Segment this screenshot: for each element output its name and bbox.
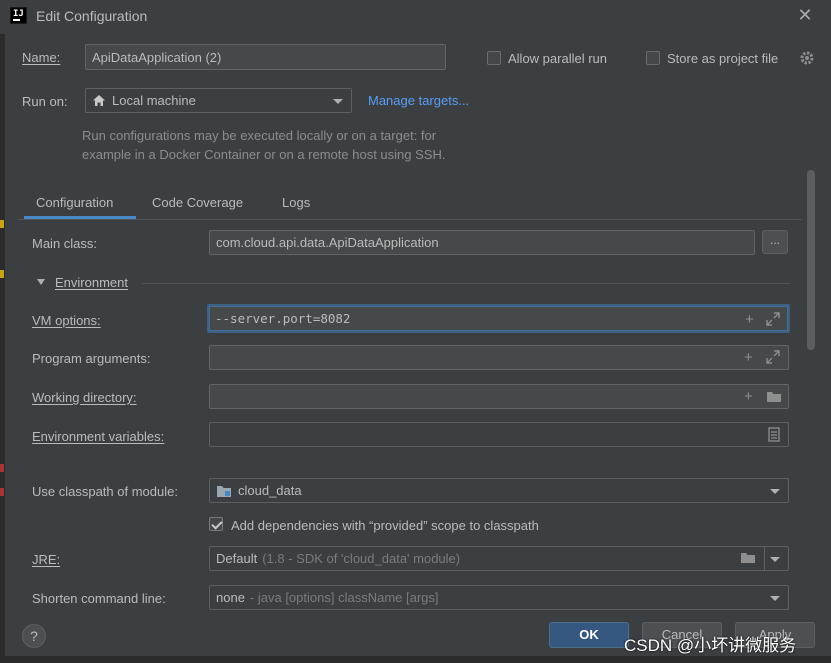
name-field[interactable]: ApiDataApplication (2) bbox=[85, 44, 446, 70]
shorten-combo[interactable]: none - java [options] className [args] bbox=[209, 585, 789, 610]
combo-divider bbox=[764, 547, 765, 570]
working-dir-label: Working directory: bbox=[32, 390, 137, 405]
chevron-down-icon bbox=[770, 595, 780, 601]
shorten-detail: - java [options] className [args] bbox=[249, 590, 439, 605]
plus-icon[interactable]: + bbox=[744, 350, 753, 365]
tab-code-coverage[interactable]: Code Coverage bbox=[152, 195, 243, 210]
shorten-value: none bbox=[216, 590, 245, 605]
store-project-checkbox[interactable] bbox=[646, 51, 660, 65]
run-on-combo[interactable]: Local machine bbox=[85, 88, 352, 113]
environment-section-title[interactable]: Environment bbox=[55, 275, 128, 290]
main-class-value: com.cloud.api.data.ApiDataApplication bbox=[216, 235, 439, 250]
section-divider bbox=[142, 283, 790, 284]
document-icon[interactable] bbox=[768, 427, 780, 445]
gear-icon[interactable] bbox=[799, 50, 815, 66]
program-args-label: Program arguments: bbox=[32, 351, 151, 366]
vm-options-label: VM options: bbox=[32, 313, 101, 328]
folder-icon[interactable] bbox=[740, 551, 756, 567]
classpath-label: Use classpath of module: bbox=[32, 484, 178, 499]
allow-parallel-label: Allow parallel run bbox=[508, 51, 607, 66]
window-title: Edit Configuration bbox=[36, 8, 148, 24]
tabs-divider bbox=[18, 219, 802, 220]
vm-options-value: --server.port=8082 bbox=[215, 311, 351, 326]
store-project-label: Store as project file bbox=[667, 51, 779, 66]
expand-icon[interactable] bbox=[766, 350, 780, 367]
working-dir-field[interactable]: + bbox=[209, 384, 789, 409]
help-button[interactable]: ? bbox=[22, 624, 46, 648]
env-vars-field[interactable] bbox=[209, 422, 789, 447]
ide-background-edge bbox=[0, 656, 831, 663]
vm-options-field[interactable]: --server.port=8082 + bbox=[207, 304, 790, 333]
jre-label: JRE: bbox=[32, 552, 61, 567]
chevron-down-icon bbox=[770, 488, 780, 494]
name-label: Name: bbox=[22, 50, 61, 65]
scrollbar-thumb[interactable] bbox=[807, 170, 815, 350]
chevron-down-icon bbox=[333, 98, 343, 104]
run-on-label: Run on: bbox=[22, 94, 68, 109]
name-value: ApiDataApplication (2) bbox=[92, 49, 222, 65]
allow-parallel-checkbox[interactable] bbox=[487, 51, 501, 65]
folder-icon[interactable] bbox=[766, 390, 782, 406]
hint-line-2: example in a Docker Container or on a re… bbox=[82, 147, 446, 162]
program-args-field[interactable]: + bbox=[209, 345, 789, 370]
ok-button[interactable]: OK bbox=[549, 622, 629, 648]
home-icon bbox=[93, 95, 105, 106]
chevron-down-icon[interactable] bbox=[770, 556, 780, 562]
jre-value: Default bbox=[216, 551, 258, 566]
hint-line-1: Run configurations may be executed local… bbox=[82, 128, 437, 143]
main-class-field[interactable]: com.cloud.api.data.ApiDataApplication bbox=[209, 230, 755, 255]
manage-targets-link[interactable]: Manage targets... bbox=[368, 93, 469, 108]
plus-icon[interactable]: + bbox=[745, 312, 754, 327]
tab-configuration[interactable]: Configuration bbox=[36, 195, 113, 210]
collapse-triangle-icon[interactable] bbox=[37, 279, 45, 285]
env-vars-label: Environment variables: bbox=[32, 429, 165, 444]
expand-icon[interactable] bbox=[766, 312, 780, 329]
plus-icon[interactable]: + bbox=[744, 389, 753, 404]
intellij-logo-icon: IJ bbox=[10, 7, 27, 24]
browse-main-class-button[interactable]: ... bbox=[762, 230, 788, 254]
tab-logs[interactable]: Logs bbox=[282, 195, 310, 210]
classpath-combo[interactable]: cloud_data bbox=[209, 478, 789, 503]
main-class-label: Main class: bbox=[32, 236, 98, 251]
jre-combo[interactable]: Default (1.8 - SDK of 'cloud_data' modul… bbox=[209, 546, 789, 571]
close-icon[interactable]: ✕ bbox=[795, 5, 815, 25]
module-folder-icon bbox=[217, 485, 231, 497]
jre-detail: (1.8 - SDK of 'cloud_data' module) bbox=[262, 551, 461, 566]
classpath-value: cloud_data bbox=[238, 483, 302, 498]
watermark: CSDN @小坏讲微服务 bbox=[624, 636, 797, 655]
editor-edge bbox=[0, 34, 5, 663]
add-deps-checkbox[interactable] bbox=[209, 517, 223, 531]
shorten-label: Shorten command line: bbox=[32, 591, 166, 606]
run-on-value: Local machine bbox=[112, 93, 196, 108]
add-deps-label: Add dependencies with “provided” scope t… bbox=[231, 518, 539, 533]
